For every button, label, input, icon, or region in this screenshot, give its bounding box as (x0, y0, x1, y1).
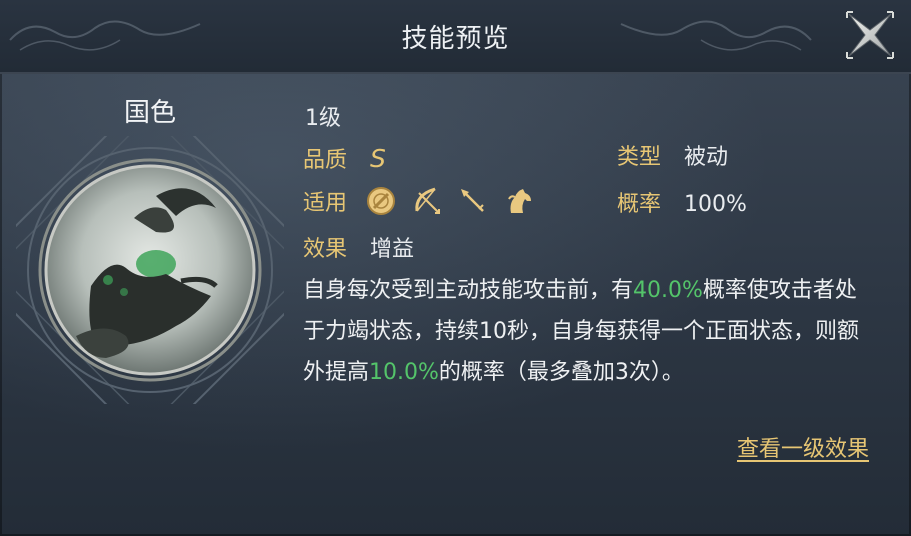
effect-value: 增益 (370, 237, 415, 262)
troop-icons (365, 185, 535, 217)
skill-name: 国色 (123, 98, 176, 128)
apply-row: 适用 (303, 185, 535, 217)
effect-row: 效果 增益 (303, 231, 414, 263)
type-row: 类型 被动 (617, 139, 728, 171)
spear-icon (457, 185, 489, 217)
quality-grade: S (370, 144, 386, 173)
skill-description: 自身每次受到主动技能攻击前，有40.0%概率使攻击者处于力竭状态，持续10秒，自… (303, 270, 878, 393)
description-text: 自身每次受到主动技能攻击前，有 (303, 278, 634, 303)
bow-icon (411, 185, 443, 217)
view-level1-effect-link[interactable]: 查看一级效果 (737, 431, 869, 463)
quality-label: 品质 (303, 148, 348, 173)
type-value: 被动 (684, 145, 729, 170)
rate-label: 概率 (617, 192, 662, 217)
page-title: 技能预览 (401, 24, 510, 54)
shield-icon (365, 185, 397, 217)
skill-preview-panel: 技能预览 国色 1级 品质 S 类型 被动 适用 概率 100% 效果 增益 自… (0, 0, 911, 536)
rate-value: 100% (684, 192, 747, 217)
effect-label: 效果 (303, 237, 348, 262)
skill-portrait-image (0, 90, 330, 450)
rate-row: 概率 100% (617, 186, 747, 218)
header-bar: 技能预览 (0, 0, 911, 74)
description-highlight: 40.0% (633, 278, 703, 303)
description-text: 的概率（最多叠加3次）。 (438, 360, 684, 385)
skill-level: 1级 (305, 106, 341, 131)
description-highlight: 10.0% (369, 360, 439, 385)
apply-label: 适用 (303, 191, 348, 216)
skill-portrait (0, 90, 330, 450)
quality-row: 品质 S (303, 142, 386, 174)
type-label: 类型 (617, 145, 662, 170)
close-icon (846, 11, 894, 59)
horse-icon (503, 185, 535, 217)
close-button[interactable] (841, 6, 899, 64)
